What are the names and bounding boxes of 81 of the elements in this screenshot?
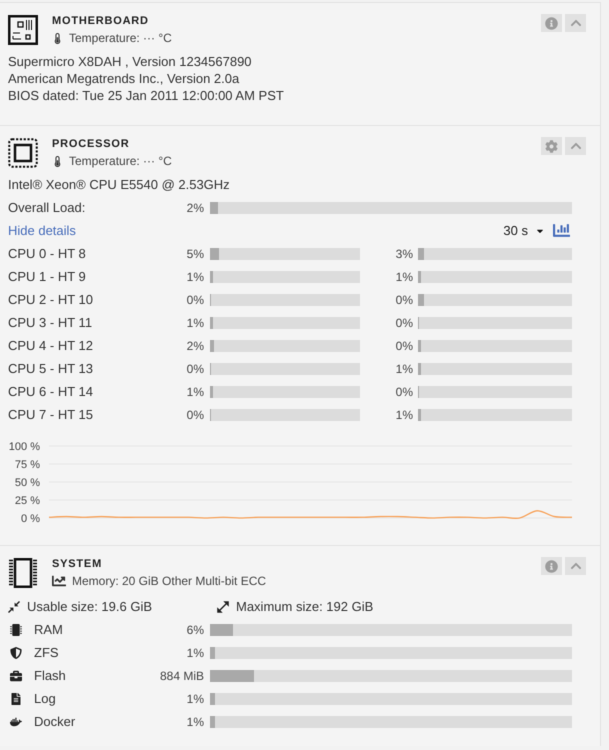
usage-label: Flash xyxy=(34,668,66,683)
cpu-percent: 1% xyxy=(396,408,414,422)
hide-details-link[interactable]: Hide details xyxy=(8,223,76,238)
cpu-percent: 0% xyxy=(396,384,414,398)
cpu-percent: 0% xyxy=(396,316,414,330)
cpu-label: CPU 7 - HT 15 xyxy=(8,407,94,422)
axis-label: 25 % xyxy=(14,495,40,507)
cpu-percent: 0% xyxy=(396,292,414,306)
usable-size: Usable size: 19.6 GiB xyxy=(27,599,152,614)
thermometer-icon xyxy=(52,32,63,44)
memory-text: Memory: 20 GiB Other Multi-bit ECC xyxy=(72,574,266,588)
axis-label: 75 % xyxy=(14,459,40,471)
collapse-button[interactable] xyxy=(565,557,586,575)
motherboard-icon xyxy=(8,15,38,45)
settings-icon xyxy=(545,140,558,152)
cpu-percent: 1% xyxy=(396,362,414,376)
axis-label: 0 % xyxy=(21,513,40,525)
info-text: BIOS dated: Tue 25 Jan 2011 12:00:00 AM PST xyxy=(8,87,284,104)
panel-title: PROCESSOR xyxy=(52,137,130,152)
interval-select[interactable]: 30 s xyxy=(503,223,545,238)
info-text: American Megatrends Inc., Version 2.0a xyxy=(8,70,240,87)
usage-value: 1% xyxy=(186,714,205,728)
cpu-percent: 2% xyxy=(186,338,205,352)
cpu-percent: 1% xyxy=(186,270,205,284)
cpu-label: CPU 1 - HT 9 xyxy=(8,269,86,284)
whale-icon xyxy=(10,716,22,728)
usage-value: 1% xyxy=(186,646,205,660)
cpu-percent: 0% xyxy=(186,408,205,422)
panel-title: SYSTEM xyxy=(52,557,102,572)
cpu-percent: 1% xyxy=(186,316,205,330)
axis-label: 50 % xyxy=(14,477,40,489)
chevron-up-icon xyxy=(570,17,582,29)
cpu-percent: 0% xyxy=(396,338,414,352)
cpu-label: CPU 2 - HT 10 xyxy=(8,292,94,307)
info-icon xyxy=(545,560,558,572)
document-icon xyxy=(10,692,22,704)
usage-label: RAM xyxy=(34,622,63,637)
processor-icon xyxy=(8,138,38,168)
cpu-label: CPU 0 - HT 8 xyxy=(8,246,86,261)
info-button[interactable] xyxy=(541,14,562,32)
line-chart-icon xyxy=(52,574,66,588)
cpu-percent: 0% xyxy=(186,292,205,306)
temperature-text: Temperature: ··· °C xyxy=(69,154,172,168)
load-percent: 2% xyxy=(186,200,205,214)
usage-label: Docker xyxy=(34,714,76,729)
collapse-button[interactable] xyxy=(565,137,586,155)
cpu-percent: 0% xyxy=(186,362,205,376)
memory-chip-icon xyxy=(8,558,38,588)
chevron-up-icon xyxy=(570,560,582,572)
thermometer-icon xyxy=(52,156,63,166)
bar-chart-icon[interactable] xyxy=(553,222,570,239)
usage-value: 6% xyxy=(186,622,205,636)
usage-label: Log xyxy=(34,691,56,706)
load-label: Overall Load: xyxy=(8,200,86,215)
info-icon xyxy=(545,16,558,30)
collapse-button[interactable] xyxy=(565,14,586,32)
compress-arrows-icon xyxy=(8,600,20,612)
temperature-text: Temperature: ··· °C xyxy=(69,31,172,45)
info-button[interactable] xyxy=(541,557,562,575)
info-text: Supermicro X8DAH , Version 1234567890 xyxy=(8,53,252,70)
cpu-percent: 1% xyxy=(186,384,205,398)
usage-label: ZFS xyxy=(34,645,59,660)
cpu-label: CPU 3 - HT 11 xyxy=(8,315,92,330)
chevron-up-icon xyxy=(570,140,582,152)
panel-title: MOTHERBOARD xyxy=(52,14,149,29)
cpu-percent: 3% xyxy=(396,246,414,260)
cpu-label: CPU 5 - HT 13 xyxy=(8,361,94,376)
shield-icon xyxy=(10,646,22,658)
cpu-percent: 1% xyxy=(396,270,414,284)
usage-value: 884 MiB xyxy=(160,668,205,682)
maximum-size: Maximum size: 192 GiB xyxy=(236,599,374,614)
chip-icon xyxy=(10,624,22,636)
cpu-label: CPU 4 - HT 12 xyxy=(8,338,94,353)
cpu-label: CPU 6 - HT 14 xyxy=(8,384,94,399)
expand-arrows-icon xyxy=(217,600,229,612)
settings-button[interactable] xyxy=(541,137,562,155)
briefcase-icon xyxy=(10,670,22,682)
processor-model: Intel® Xeon® CPU E5540 @ 2.53GHz xyxy=(8,177,230,192)
usage-value: 1% xyxy=(186,692,205,706)
cpu-percent: 5% xyxy=(186,246,205,260)
axis-label: 100 % xyxy=(8,441,40,453)
